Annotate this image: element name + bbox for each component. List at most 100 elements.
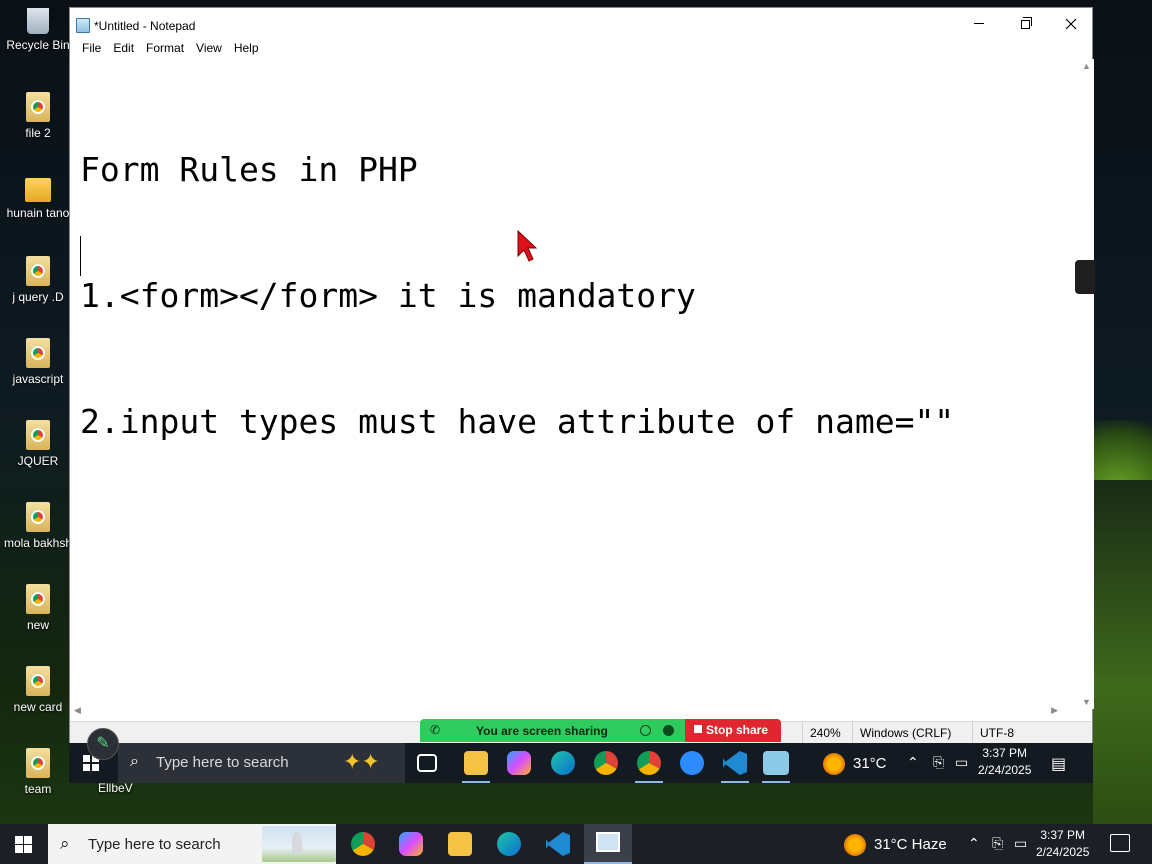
chrome-profile-icon[interactable] xyxy=(637,751,661,775)
folder-icon xyxy=(25,178,51,202)
menu-edit[interactable]: Edit xyxy=(107,39,140,59)
scroll-down-icon[interactable]: ▼ xyxy=(1082,697,1091,707)
shared-date: 2/24/2025 xyxy=(978,763,1032,777)
chrome-icon[interactable] xyxy=(594,751,618,775)
copilot-icon[interactable] xyxy=(399,832,423,856)
file-explorer-icon[interactable] xyxy=(448,832,472,856)
desktop-icon-hunain-tano[interactable]: hunain tano xyxy=(0,174,76,220)
menu-help[interactable]: Help xyxy=(228,39,265,59)
vertical-scrollbar[interactable]: ▲ ▼ xyxy=(1078,59,1094,709)
vscode-icon[interactable] xyxy=(723,751,747,775)
zoom-icon[interactable] xyxy=(680,751,704,775)
title-bar[interactable]: *Untitled - Notepad xyxy=(70,8,1092,39)
close-icon xyxy=(1065,18,1077,29)
close-button[interactable] xyxy=(1048,8,1094,39)
stop-icon xyxy=(694,725,702,733)
chrome-file-icon xyxy=(26,748,50,778)
edge-icon[interactable] xyxy=(551,751,575,775)
file-explorer-icon[interactable] xyxy=(464,751,488,775)
desktop-wallpaper xyxy=(1093,480,1152,824)
shared-screen-taskbar: ⌕ Type here to search ✦✦ 31°C ⌃ ⎘ ▭ 3:37… xyxy=(69,743,1093,783)
tray-expand-icon[interactable]: ⌃ xyxy=(907,754,919,771)
desktop-icon-label: EllbeV xyxy=(98,781,133,795)
screen-share-window-icon xyxy=(596,832,620,852)
text-caret xyxy=(80,236,81,276)
window-title: *Untitled - Notepad xyxy=(94,19,196,33)
notepad-window: *Untitled - Notepad File Edit Format Vie… xyxy=(69,7,1095,744)
desktop-icon-label: hunain tano xyxy=(6,206,70,220)
desktop-icon-new-card[interactable]: new card xyxy=(0,666,76,714)
annotate-pen-button[interactable]: ✎ xyxy=(87,728,119,760)
desktop-icon-javascript[interactable]: javascript xyxy=(0,338,76,386)
shared-weather-temp: 31°C xyxy=(853,754,887,772)
desktop-icon-team[interactable]: team xyxy=(0,748,76,796)
search-icon: ⌕ xyxy=(60,834,70,853)
weather-widget[interactable]: 31°C Haze xyxy=(844,834,947,856)
running-indicator xyxy=(762,781,790,783)
minimize-button[interactable] xyxy=(956,8,1002,39)
edge-icon[interactable] xyxy=(497,832,521,856)
desktop-icon-recycle-bin[interactable]: Recycle Bin xyxy=(0,8,76,52)
search-box[interactable]: ⌕ Type here to search xyxy=(48,824,336,864)
desktop-icon-file-2[interactable]: file 2 xyxy=(0,92,76,140)
scroll-up-icon[interactable]: ▲ xyxy=(1082,61,1091,71)
network-icon[interactable]: ▭ xyxy=(955,754,968,771)
network-icon[interactable]: ▭ xyxy=(1014,835,1027,852)
copilot-icon[interactable] xyxy=(507,751,531,775)
notifications-icon[interactable]: ▤ xyxy=(1051,754,1066,774)
system-clock[interactable]: 3:37 PM 2/24/2025 xyxy=(1036,827,1089,861)
encoding: UTF-8 xyxy=(980,726,1014,740)
chrome-file-icon xyxy=(26,338,50,368)
pause-share-icon[interactable] xyxy=(640,725,651,736)
restore-button[interactable] xyxy=(1002,8,1048,39)
desktop-icon-mola-bakhsh[interactable]: mola bakhsh xyxy=(0,502,76,550)
scroll-right-icon[interactable]: ▶ xyxy=(1051,705,1058,716)
task-view-icon[interactable] xyxy=(417,754,437,772)
weather-sun-icon xyxy=(823,753,845,775)
security-shield-icon[interactable] xyxy=(663,725,674,736)
running-indicator xyxy=(635,781,663,783)
screen-share-banner: ✆ You are screen sharing xyxy=(420,719,685,742)
search-placeholder: Type here to search xyxy=(156,754,289,771)
side-panel-tab[interactable] xyxy=(1075,260,1095,294)
tray-expand-icon[interactable]: ⌃ xyxy=(968,835,980,852)
menu-format[interactable]: Format xyxy=(140,39,190,59)
weather-text: 31°C Haze xyxy=(874,835,947,853)
desktop-icon-label: javascript xyxy=(12,372,64,386)
notepad-icon xyxy=(76,18,90,33)
stop-share-label: Stop share xyxy=(706,723,769,737)
vscode-icon[interactable] xyxy=(546,832,570,856)
editor-line: 2.input types must have attribute of nam… xyxy=(80,402,955,441)
desktop-icon-label: file 2 xyxy=(25,126,51,140)
text-editor[interactable]: Form Rules in PHP 1.<form></form> it is … xyxy=(70,59,1078,709)
desktop-icon-label: team xyxy=(24,782,52,796)
desktop-icon-label: j query .D xyxy=(12,290,64,304)
shared-weather[interactable]: 31°C xyxy=(823,753,887,775)
horizontal-scrollbar[interactable]: ◀ ▶ xyxy=(70,705,1078,719)
zoom-share-taskbar-button[interactable] xyxy=(584,824,632,864)
chrome-icon[interactable] xyxy=(351,832,375,856)
notepad-taskbar-icon[interactable] xyxy=(763,751,789,775)
desktop-icon-new[interactable]: new xyxy=(0,584,76,632)
scroll-left-icon[interactable]: ◀ xyxy=(74,705,81,716)
desktop-icon-jquer[interactable]: JQUER xyxy=(0,420,76,468)
desktop-icon-jquery-d[interactable]: j query .D xyxy=(0,256,76,304)
windows-start-icon[interactable] xyxy=(15,836,32,853)
notification-center-icon[interactable] xyxy=(1110,834,1130,852)
chrome-file-icon xyxy=(26,92,50,122)
stop-share-button[interactable]: Stop share xyxy=(685,719,781,742)
menu-file[interactable]: File xyxy=(76,39,107,59)
editor-line: 1.<form></form> it is mandatory xyxy=(80,276,696,315)
shared-clock[interactable]: 3:37 PM 2/24/2025 xyxy=(978,745,1031,779)
clock-date: 2/24/2025 xyxy=(1036,845,1090,859)
chrome-file-icon xyxy=(26,420,50,450)
restore-icon xyxy=(1020,17,1032,29)
meet-now-icon[interactable]: ⎘ xyxy=(992,835,1003,852)
menu-view[interactable]: View xyxy=(190,39,228,59)
search-highlight-image xyxy=(262,826,336,862)
meet-now-icon[interactable]: ⎘ xyxy=(933,754,944,771)
desktop-icon-label: new xyxy=(26,618,49,632)
minimize-icon xyxy=(974,23,984,24)
share-status-text: You are screen sharing xyxy=(476,724,608,738)
shared-search-box[interactable]: ⌕ Type here to search ✦✦ xyxy=(118,743,405,783)
